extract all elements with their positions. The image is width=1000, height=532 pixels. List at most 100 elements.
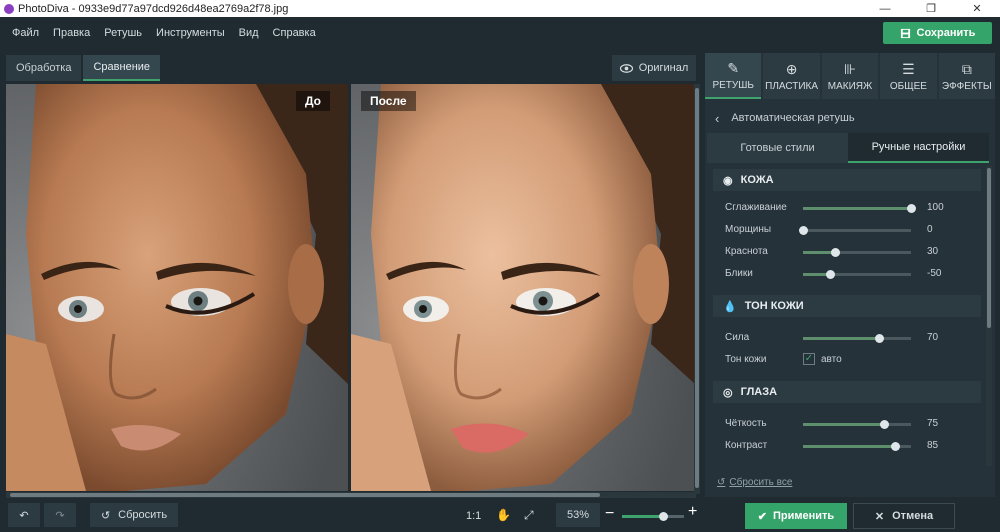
app-logo-icon	[4, 3, 14, 14]
tab-makeup[interactable]: ⊪ МАКИЯЖ	[821, 53, 879, 99]
reset-all-link[interactable]: ↺ Сбросить все	[717, 477, 792, 488]
actual-size-button[interactable]: 1:1	[466, 510, 481, 522]
slider-label: Морщины	[725, 224, 772, 235]
tab-plastic[interactable]: ⊕ ПЛАСТИКА	[763, 53, 820, 99]
undo-button[interactable]: ↶	[8, 503, 40, 527]
canvas-vertical-scrollbar[interactable]	[694, 84, 700, 494]
section-skin-tone[interactable]: 💧 ТОН КОЖИ	[713, 295, 981, 317]
slider-value: 100	[927, 202, 944, 213]
slider-knob[interactable]	[799, 226, 808, 235]
close-icon: ✕	[874, 510, 885, 523]
menu-tools[interactable]: Инструменты	[156, 27, 225, 39]
tab-general-label: ОБЩЕЕ	[889, 80, 927, 92]
photo-before[interactable]: До	[6, 84, 348, 491]
section-skin[interactable]: ◉ КОЖА	[713, 169, 981, 191]
zoom-knob[interactable]	[659, 512, 669, 521]
slider-contrast[interactable]: Контраст 85	[725, 435, 995, 457]
maximize-button[interactable]: ❐	[908, 0, 954, 17]
portrait-before-image	[6, 84, 348, 491]
skin-icon: ◉	[723, 174, 733, 187]
undo-icon: ↶	[19, 509, 29, 522]
apply-button[interactable]: ✔ Применить	[745, 503, 847, 529]
reset-button[interactable]: ↺ Сбросить	[90, 503, 178, 527]
slider-wrinkles[interactable]: Морщины 0	[725, 219, 995, 241]
section-skin-title: КОЖА	[740, 174, 774, 186]
drop-icon: 💧	[723, 300, 737, 313]
panel-scrollbar[interactable]	[986, 166, 992, 466]
slider-value: 85	[927, 440, 939, 451]
view-tabs: Обработка Сравнение	[6, 55, 161, 81]
slider-highlights[interactable]: Блики -50	[725, 263, 995, 285]
slider-label: Контраст	[725, 440, 768, 451]
slider-strength[interactable]: Сила 70	[725, 327, 995, 349]
back-row[interactable]: ‹ Автоматическая ретушь	[705, 103, 995, 133]
skin-tone-label: Тон кожи	[725, 354, 767, 365]
pan-hand-icon[interactable]: ✋	[496, 508, 511, 522]
original-button[interactable]: Оригинал	[612, 55, 696, 81]
save-label: Сохранить	[916, 27, 976, 39]
slider-track[interactable]	[803, 204, 916, 213]
slider-track[interactable]	[803, 420, 911, 429]
slider-track[interactable]	[803, 334, 911, 343]
slider-track[interactable]	[803, 248, 911, 257]
tab-compare[interactable]: Сравнение	[83, 55, 161, 81]
slider-track[interactable]	[803, 270, 911, 279]
slider-knob[interactable]	[831, 248, 841, 257]
slider-knob[interactable]	[826, 270, 835, 279]
slider-sharpness[interactable]: Чёткость 75	[725, 413, 995, 435]
menu-edit[interactable]: Правка	[53, 27, 90, 39]
slider-smoothing[interactable]: Сглаживание 100	[725, 197, 995, 219]
reset-label: Сбросить	[118, 509, 168, 521]
target-icon: ⊕	[785, 60, 798, 77]
slider-knob[interactable]	[890, 442, 900, 451]
retouch-panel: ✎ РЕТУШЬ ⊕ ПЛАСТИКА ⊪ МАКИЯЖ ☰ ОБЩЕЕ ⧉ Э…	[705, 53, 996, 497]
tab-effects[interactable]: ⧉ ЭФФЕКТЫ	[938, 53, 996, 99]
portrait-after-image	[351, 84, 695, 491]
minimize-button[interactable]: —	[862, 0, 908, 17]
auto-checkbox[interactable]: ✓	[803, 353, 815, 365]
slider-value: 30	[927, 246, 939, 257]
slider-redness[interactable]: Краснота 30	[725, 241, 995, 263]
zoom-value[interactable]: 53%	[556, 503, 600, 527]
zoom-slider[interactable]	[622, 512, 684, 521]
tab-retouch[interactable]: ✎ РЕТУШЬ	[705, 53, 762, 99]
panel-tabs: ✎ РЕТУШЬ ⊕ ПЛАСТИКА ⊪ МАКИЯЖ ☰ ОБЩЕЕ ⧉ Э…	[705, 53, 996, 99]
tab-manual[interactable]: Ручные настройки	[848, 133, 989, 163]
floppy-icon	[900, 28, 910, 38]
menu-file[interactable]: Файл	[12, 27, 39, 39]
photo-after[interactable]: После	[351, 84, 695, 491]
close-button[interactable]: ✕	[954, 0, 1000, 17]
tab-retouch-label: РЕТУШЬ	[712, 79, 754, 91]
menu-view[interactable]: Вид	[239, 27, 259, 39]
tab-general[interactable]: ☰ ОБЩЕЕ	[880, 53, 937, 99]
slider-knob[interactable]	[880, 420, 889, 429]
apply-label: Применить	[773, 510, 835, 522]
chevron-left-icon[interactable]: ‹	[715, 111, 719, 126]
tab-processing[interactable]: Обработка	[6, 55, 82, 81]
tab-presets[interactable]: Готовые стили	[707, 133, 848, 163]
zoom-out-button[interactable]: −	[605, 505, 614, 523]
check-icon: ✔	[757, 510, 767, 523]
fit-screen-icon[interactable]: ⤢	[524, 508, 534, 523]
menu-retouch[interactable]: Ретушь	[104, 27, 142, 39]
tab-makeup-label: МАКИЯЖ	[827, 80, 873, 92]
sliders-icon: ☰	[902, 60, 915, 77]
slider-knob[interactable]	[907, 204, 916, 213]
save-button[interactable]: Сохранить	[883, 22, 992, 44]
zoom-in-button[interactable]: +	[688, 503, 697, 521]
section-eyes[interactable]: ◎ ГЛАЗА	[713, 381, 981, 403]
slider-track[interactable]	[799, 226, 911, 235]
section-tone-title: ТОН КОЖИ	[744, 300, 804, 312]
slider-track[interactable]	[803, 442, 911, 451]
tab-effects-label: ЭФФЕКТЫ	[941, 80, 992, 92]
slider-value: -50	[927, 268, 942, 279]
cancel-button[interactable]: ✕ Отмена	[853, 503, 955, 529]
slider-label: Сглаживание	[725, 202, 787, 213]
canvas-horizontal-scrollbar[interactable]	[6, 492, 696, 498]
slider-label: Краснота	[725, 246, 768, 257]
redo-button[interactable]: ↷	[44, 503, 76, 527]
after-label: После	[361, 91, 416, 111]
slider-knob[interactable]	[874, 334, 884, 343]
slider-value: 70	[927, 332, 939, 343]
menu-help[interactable]: Справка	[273, 27, 316, 39]
